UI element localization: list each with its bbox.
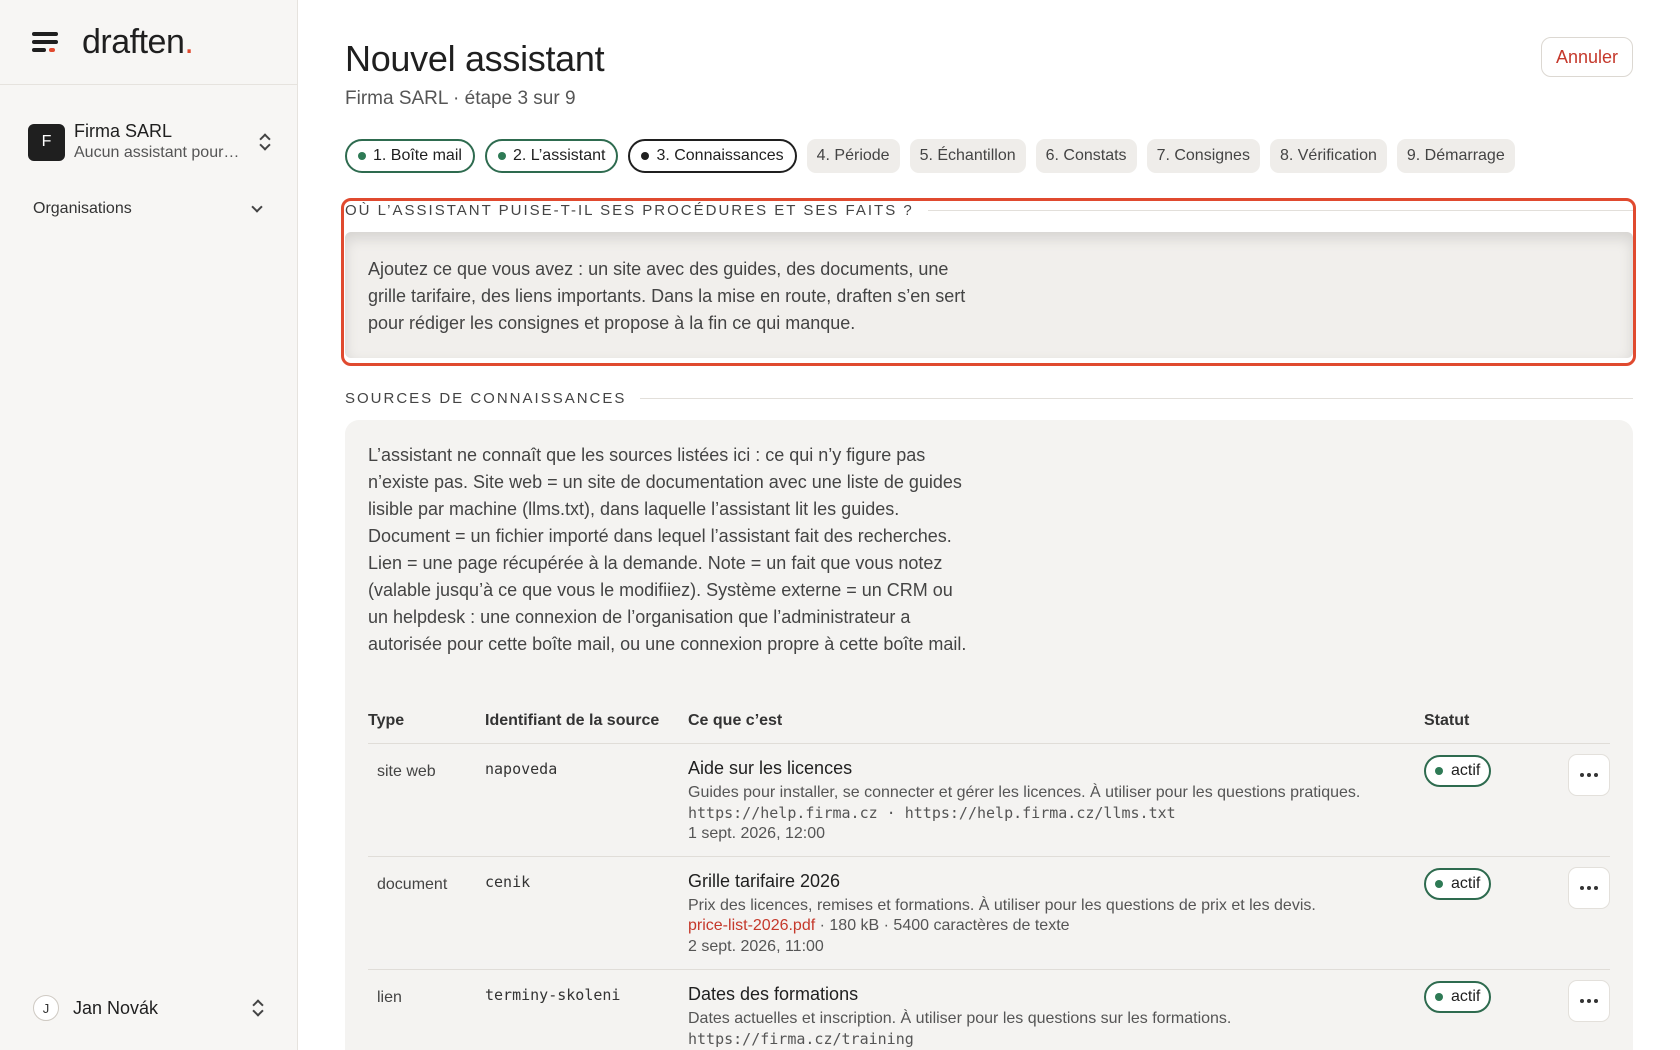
intro-text: Ajoutez ce que vous avez : un site avec …	[368, 259, 966, 333]
table-row[interactable]: document cenik Grille tarifaire 2026 Pri…	[368, 857, 1610, 970]
source-id: napoveda	[485, 760, 558, 778]
step-verification[interactable]: 8. Vérification	[1269, 139, 1387, 173]
main-content: Nouvel assistant Firma SARL · étape 3 su…	[341, 0, 1636, 1050]
sources-description: L’assistant ne connaît que les sources l…	[368, 445, 967, 654]
status-badge: actif	[1424, 981, 1492, 1013]
status-badge: actif	[1424, 755, 1492, 787]
user-switcher[interactable]: J Jan Novák	[33, 994, 265, 1022]
source-title: Dates des formations	[688, 984, 859, 1004]
avatar: J	[33, 995, 59, 1021]
source-urls: https://help.firma.cz · https://help.fir…	[688, 804, 1176, 822]
chevron-down-icon	[251, 201, 263, 213]
sidebar: draften. F Firma SARL Aucun assistant po…	[0, 0, 298, 1050]
org-avatar: F	[28, 123, 65, 161]
sources-card: L’assistant ne connaît que les sources l…	[345, 420, 1633, 1050]
source-description: Prix des licences, remises et formations…	[688, 897, 1316, 914]
table-row[interactable]: lien terminy-skoleni Dates des formation…	[368, 970, 1610, 1050]
step-launch[interactable]: 9. Démarrage	[1396, 139, 1515, 173]
step-assistant[interactable]: 2. L’assistant	[484, 139, 619, 173]
sources-heading: SOURCES DE CONNAISSANCES	[345, 390, 1633, 407]
source-date: 1 sept. 2026, 12:00	[688, 825, 825, 842]
logo[interactable]: draften.	[82, 23, 194, 62]
source-id: cenik	[485, 873, 531, 891]
step-mailbox[interactable]: 1. Boîte mail	[345, 139, 475, 173]
more-options-button[interactable]	[1568, 867, 1610, 909]
org-name: Firma SARL	[74, 121, 173, 141]
source-type: lien	[377, 989, 402, 1006]
menu-icon[interactable]	[32, 32, 58, 52]
organizations-label: Organisations	[33, 200, 132, 217]
source-description: Guides pour installer, se connecter et g…	[688, 784, 1361, 801]
step-instructions[interactable]: 7. Consignes	[1146, 139, 1260, 173]
source-type: document	[377, 876, 448, 893]
more-options-button[interactable]	[1568, 754, 1610, 796]
status-badge: actif	[1424, 868, 1492, 900]
chevron-up-down-icon	[251, 998, 265, 1018]
step-knowledge[interactable]: 3. Connaissances	[628, 139, 797, 173]
source-description: Dates actuelles et inscription. À utilis…	[688, 1010, 1232, 1027]
source-file-link[interactable]: price-list-2026.pdf	[688, 917, 815, 934]
column-what: Ce que c’est	[688, 712, 783, 729]
column-type: Type	[368, 712, 405, 729]
step-findings[interactable]: 6. Constats	[1035, 139, 1137, 173]
organization-switcher[interactable]: F Firma SARL Aucun assistant pour…	[28, 114, 272, 170]
source-type: site web	[377, 763, 436, 780]
sidebar-header: draften.	[0, 0, 297, 85]
page-title: Nouvel assistant	[345, 38, 605, 79]
user-name: Jan Novák	[73, 997, 159, 1018]
step-period[interactable]: 4. Période	[806, 139, 900, 173]
column-source-id: Identifiant de la source	[485, 712, 660, 729]
cancel-button[interactable]: Annuler	[1540, 37, 1633, 77]
organizations-section-toggle[interactable]: Organisations	[33, 200, 265, 218]
step-done-dot	[497, 152, 506, 160]
more-options-button[interactable]	[1568, 980, 1610, 1022]
intro-heading: OÙ L’ASSISTANT PUISE-T-IL SES PROCÉDURES…	[345, 202, 1633, 219]
wizard-steps: 1. Boîte mail 2. L’assistant 3. Connaiss…	[345, 139, 1515, 173]
source-urls: https://firma.cz/training	[688, 1030, 914, 1048]
table-header: Type Identifiant de la source Ce que c’e…	[368, 712, 1610, 744]
step-done-dot	[358, 152, 366, 160]
org-subtitle: Aucun assistant pour…	[74, 144, 240, 161]
source-title: Aide sur les licences	[688, 758, 853, 778]
source-file-info: · 180 kB · 5400 caractères de texte	[815, 917, 1070, 934]
page-subtitle: Firma SARL · étape 3 sur 9	[345, 88, 576, 109]
source-id: terminy-skoleni	[485, 986, 621, 1004]
table-row[interactable]: site web napoveda Aide sur les licences …	[368, 744, 1610, 857]
source-title: Grille tarifaire 2026	[688, 871, 841, 891]
source-date: 2 sept. 2026, 11:00	[688, 938, 824, 955]
step-sample[interactable]: 5. Échantillon	[909, 139, 1026, 173]
column-status: Statut	[1424, 712, 1470, 729]
intro-card: Ajoutez ce que vous avez : un site avec …	[345, 232, 1633, 358]
step-current-dot	[641, 152, 650, 160]
chevron-up-down-icon	[258, 132, 272, 152]
